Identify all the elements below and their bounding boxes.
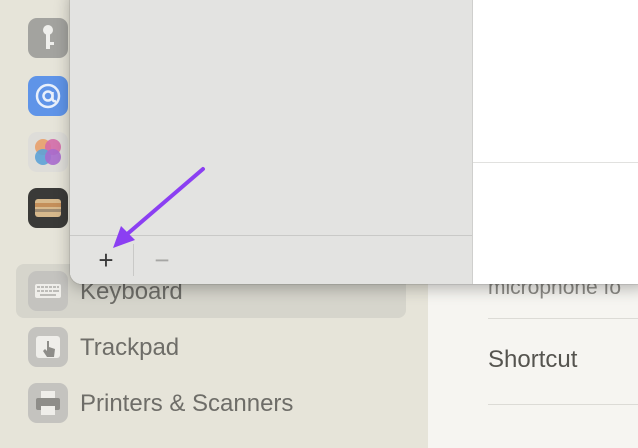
annotation-arrow-icon	[113, 167, 205, 248]
